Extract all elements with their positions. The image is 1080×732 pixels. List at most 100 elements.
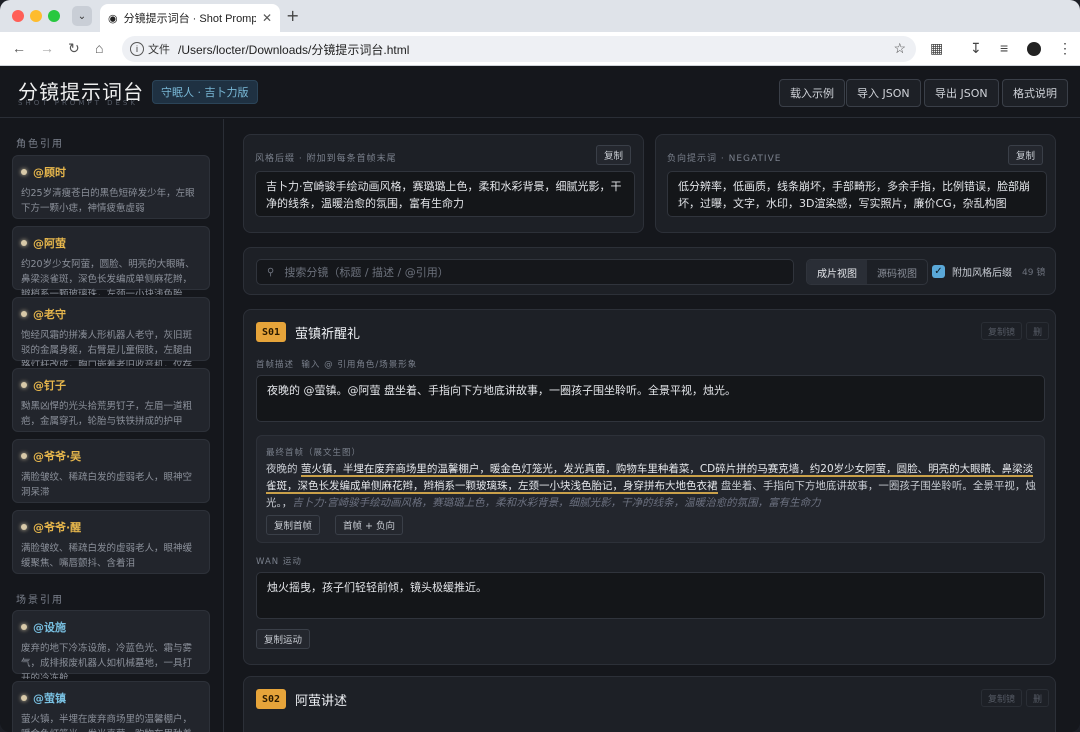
- negative-label: 负向提示词 · NEGATIVE: [667, 154, 782, 164]
- tab-bar: ⌄ ◉ 分镜提示词台 · Shot Prompt D ✕ +: [0, 0, 1080, 32]
- copy-motion-button[interactable]: 复制运动: [256, 629, 311, 649]
- status-dot-icon: [21, 311, 27, 317]
- close-window-button[interactable]: [12, 10, 24, 22]
- app-subtitle: SHOT PROMPT DESK: [18, 99, 138, 107]
- close-tab-icon[interactable]: ✕: [262, 11, 272, 25]
- final-frame-label: 最终首帧（展文生图）: [266, 448, 362, 458]
- app-header: 分镜提示词台 SHOT PROMPT DESK 守眠人 · 吉卜力版 载入示例 …: [0, 66, 1080, 118]
- scenes-section-label: 场景引用: [16, 595, 64, 606]
- import-json-button[interactable]: 导入 JSON: [846, 79, 921, 107]
- wan-motion-label: WAN 运动: [256, 557, 302, 567]
- shot-count: 49 镜: [1022, 268, 1046, 278]
- app-root: 分镜提示词台 SHOT PROMPT DESK 守眠人 · 吉卜力版 载入示例 …: [0, 66, 1080, 732]
- new-tab-icon[interactable]: +: [286, 6, 299, 25]
- bookmark-star-icon[interactable]: ☆: [893, 40, 906, 57]
- character-card[interactable]: @阿萤 约20岁少女阿萤，圆脸、明亮的大眼睛、鼻梁淡雀斑，深色长发编成单侧麻花辫…: [12, 226, 210, 295]
- reload-icon[interactable]: ↻: [68, 40, 80, 57]
- zoom-window-button[interactable]: [48, 10, 60, 22]
- browser-tab[interactable]: ◉ 分镜提示词台 · Shot Prompt D ✕: [100, 4, 280, 32]
- wan-motion-textarea[interactable]: 烛火摇曳，孩子们轻轻前倾，镜头极缓推近。: [256, 572, 1045, 619]
- status-dot-icon: [21, 524, 27, 530]
- scene-name: @萤镇: [33, 692, 66, 705]
- final-frame-prefix: 夜晚的: [266, 463, 301, 475]
- copy-style-button[interactable]: 复制: [595, 145, 631, 165]
- forward-arrow-icon[interactable]: →: [40, 40, 54, 56]
- status-dot-icon: [21, 169, 27, 175]
- site-info-label: 文件: [148, 44, 170, 56]
- final-frame-text: 夜晚的 萤火镇，半埋在废弃商场里的温馨棚户，暖金色灯笼光，发光真菌，购物车里种着…: [266, 461, 1038, 512]
- extensions-icon[interactable]: ▦: [930, 40, 943, 57]
- format-help-button[interactable]: 格式说明: [1002, 79, 1068, 107]
- filter-toolbar: ⚲ 搜索分镜（标题 / 描述 / @引用） 成片视图 源码视图 ✓ 附加风格后缀…: [243, 247, 1056, 295]
- menu-kebab-icon[interactable]: ⋮: [1058, 40, 1072, 57]
- delete-shot-button[interactable]: 删: [1026, 689, 1050, 707]
- character-desc: 满脸皱纹、稀疏白发的虚弱老人，眼神空洞呆滞: [21, 472, 193, 498]
- address-toolbar: ← → ↻ ⌂ i 文件 /Users/locter/Downloads/分镜提示…: [0, 32, 1080, 66]
- info-icon: i: [130, 42, 144, 56]
- character-desc: 黝黑凶悍的光头拾荒男钉子，左眉一道粗疤，金属穿孔，轮胎与铁铁拼成的护甲: [21, 401, 193, 427]
- first-frame-label: 首帧描述 输入 @ 引用角色/场景形象: [256, 358, 417, 370]
- tab-search-chevron-icon[interactable]: ⌄: [72, 6, 92, 26]
- copy-negative-button[interactable]: 复制: [1007, 145, 1043, 165]
- search-input[interactable]: ⚲ 搜索分镜（标题 / 描述 / @引用）: [256, 259, 794, 285]
- character-name: @爷爷·吴: [33, 450, 82, 463]
- shot-card: S02 阿萤讲述 复制镜 删: [243, 676, 1056, 732]
- character-card[interactable]: @爷爷·醒 满脸皱纹、稀疏白发的虚弱老人，眼神缓缓聚焦、嘴唇颤抖、含着泪: [12, 510, 210, 574]
- character-desc: 约25岁清瘦苍白的黑色短碎发少年，左眼下方一颗小痣，神情疲惫虚弱: [21, 188, 195, 214]
- character-name: @老守: [33, 308, 66, 321]
- scene-card[interactable]: @萤镇 萤火镇，半埋在废弃商场里的温馨棚户，暖金色灯笼光，发光真菌，购物车里种着…: [12, 681, 210, 732]
- site-info-chip[interactable]: i 文件: [130, 41, 170, 57]
- project-tag[interactable]: 守眠人 · 吉卜力版: [152, 80, 258, 104]
- style-suffix-textarea[interactable]: 吉卜力·宫崎骏手绘动画风格，赛璐璐上色，柔和水彩背景，细腻光影，干净的线条，温暖…: [255, 171, 635, 217]
- home-icon[interactable]: ⌂: [95, 40, 103, 56]
- expanded-scene-ref: 萤火镇，半埋在废弃商场里的温馨棚户，暖金色灯笼光，发光真菌，购物车里种着菜，CD…: [300, 463, 810, 477]
- first-frame-textarea[interactable]: 夜晚的 @萤镇。@阿萤 盘坐着、手指向下方地底讲故事，一圈孩子围坐聆听。全景平视…: [256, 375, 1045, 422]
- tab-film-view[interactable]: 成片视图: [807, 260, 867, 284]
- character-card[interactable]: @爷爷·吴 满脸皱纹、稀疏白发的虚弱老人，眼神空洞呆滞: [12, 439, 210, 503]
- character-card[interactable]: @老守 饱经风霜的拼凑人形机器人老守，灰旧斑驳的金属身躯，右臂是儿童假肢，左腿由…: [12, 297, 210, 366]
- character-name: @阿萤: [33, 237, 66, 250]
- append-style-checkbox[interactable]: ✓: [932, 265, 945, 278]
- media-icon[interactable]: ≡: [1000, 40, 1008, 56]
- profile-avatar[interactable]: [1027, 42, 1041, 56]
- copy-shot-button[interactable]: 复制镜: [981, 322, 1023, 340]
- negative-panel: 负向提示词 · NEGATIVE 复制 低分辨率，低画质，线条崩坏，手部畸形，多…: [655, 134, 1056, 233]
- character-card[interactable]: @钉子 黝黑凶悍的光头拾荒男钉子，左眉一道粗疤，金属穿孔，轮胎与铁铁拼成的护甲: [12, 368, 210, 432]
- negative-textarea[interactable]: 低分辨率，低画质，线条崩坏，手部畸形，多余手指，比例错误，脸部崩坏，过曝，文字，…: [667, 171, 1047, 217]
- shot-card: S01 萤镇祈醒礼 复制镜 删 首帧描述 输入 @ 引用角色/场景形象 夜晚的 …: [243, 309, 1056, 665]
- load-example-button[interactable]: 载入示例: [779, 79, 845, 107]
- shot-title[interactable]: 萤镇祈醒礼: [295, 323, 360, 342]
- globe-icon: ◉: [108, 12, 118, 25]
- address-bar[interactable]: i 文件 /Users/locter/Downloads/分镜提示词台.html …: [122, 36, 916, 62]
- search-placeholder: 搜索分镜（标题 / 描述 / @引用）: [284, 266, 449, 279]
- character-desc: 约20岁少女阿萤，圆脸、明亮的大眼睛、鼻梁淡雀斑，深色长发编成单侧麻花辫，辫梢系…: [21, 259, 195, 295]
- tab-title: 分镜提示词台 · Shot Prompt D: [123, 13, 256, 25]
- character-card[interactable]: @顾时 约25岁清瘦苍白的黑色短碎发少年，左眼下方一颗小痣，神情疲惫虚弱: [12, 155, 210, 219]
- scene-desc: 废弃的地下冷冻设施，冷蓝色光、霜与雾气，成排报废机器人如机械墓地，一具打开的冷冻…: [21, 643, 193, 679]
- download-icon[interactable]: ↧: [970, 40, 982, 57]
- shot-title[interactable]: 阿萤讲述: [295, 690, 347, 709]
- status-dot-icon: [21, 624, 27, 630]
- character-desc: 满脸皱纹、稀疏白发的虚弱老人，眼神缓缓聚焦、嘴唇颤抖、含着泪: [21, 543, 193, 569]
- browser-window: ⌄ ◉ 分镜提示词台 · Shot Prompt D ✕ + ← → ↻ ⌂ i…: [0, 0, 1080, 732]
- shot-id-badge: S02: [256, 689, 287, 709]
- copy-first-with-negative-button[interactable]: 首帧 + 负向: [335, 515, 403, 535]
- copy-shot-button[interactable]: 复制镜: [981, 689, 1023, 707]
- minimize-window-button[interactable]: [30, 10, 42, 22]
- copy-first-frame-button[interactable]: 复制首帧: [266, 515, 321, 535]
- main-content: 风格后缀 · 附加到每条首帧末尾 复制 吉卜力·宫崎骏手绘动画风格，赛璐璐上色，…: [224, 119, 1080, 732]
- status-dot-icon: [21, 240, 27, 246]
- status-dot-icon: [21, 695, 27, 701]
- search-icon: ⚲: [267, 266, 275, 278]
- characters-section-label: 角色引用: [16, 139, 64, 150]
- scene-card[interactable]: @设施 废弃的地下冷冻设施，冷蓝色光、霜与雾气，成排报废机器人如机械墓地，一具打…: [12, 610, 210, 679]
- tab-source-view[interactable]: 源码视图: [867, 260, 927, 284]
- scene-name: @设施: [33, 621, 66, 634]
- export-json-button[interactable]: 导出 JSON: [924, 79, 999, 107]
- back-arrow-icon[interactable]: ←: [12, 40, 26, 56]
- sidebar: 角色引用 @顾时 约25岁清瘦苍白的黑色短碎发少年，左眼下方一颗小痣，神情疲惫虚…: [0, 119, 224, 732]
- first-frame-label-text: 首帧描述: [256, 360, 295, 370]
- shot-id-badge: S01: [256, 322, 287, 342]
- delete-shot-button[interactable]: 删: [1026, 322, 1050, 340]
- status-dot-icon: [21, 382, 27, 388]
